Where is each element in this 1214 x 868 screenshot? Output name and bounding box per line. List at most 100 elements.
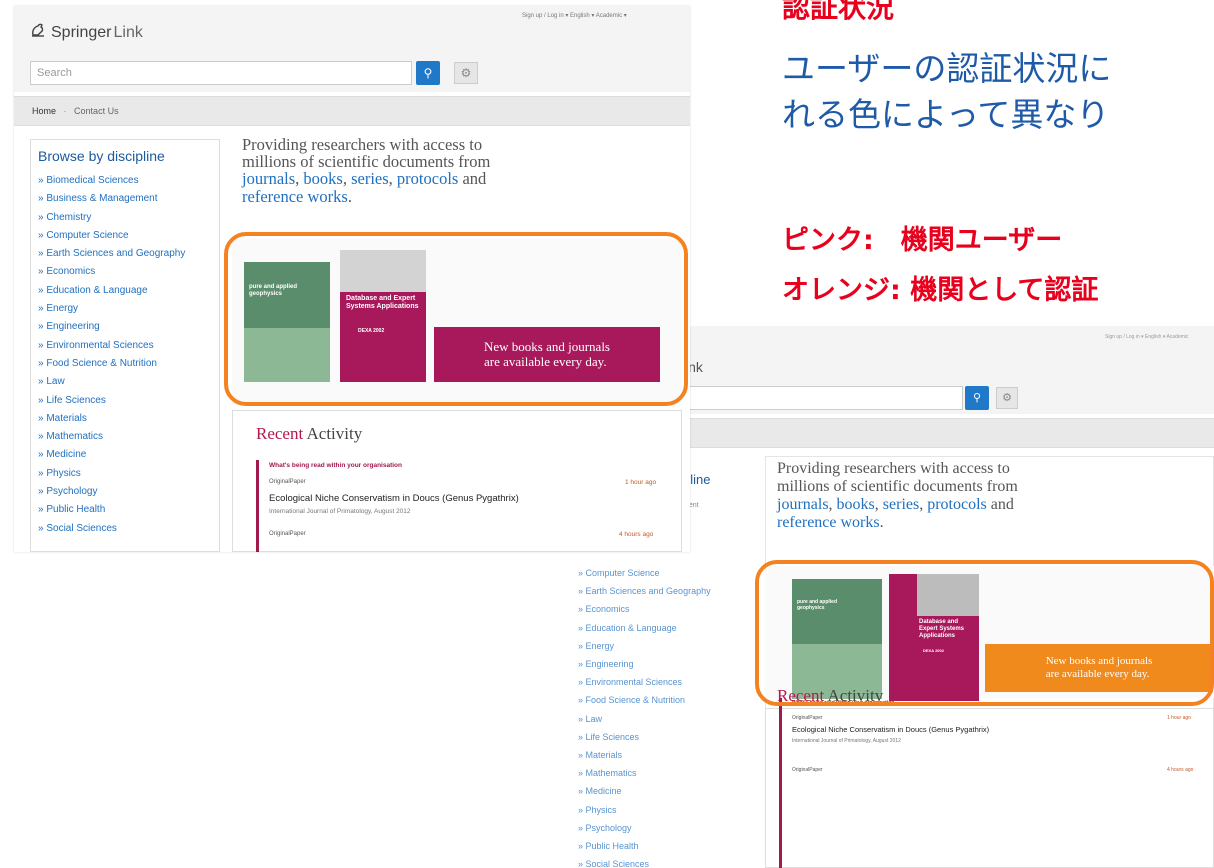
- highlight-frame-pink: [224, 232, 688, 406]
- activity-time: 4 hours ago: [1167, 767, 1194, 773]
- discipline-link[interactable]: » Environmental Sciences: [578, 673, 711, 691]
- link-series[interactable]: series: [351, 169, 389, 188]
- intro-line1: Providing researchers with access to: [242, 135, 483, 154]
- discipline-link[interactable]: » Public Health: [38, 501, 185, 519]
- discipline-link[interactable]: » Mathematics: [38, 428, 185, 446]
- highlight-frame-orange: [755, 560, 1214, 706]
- discipline-link[interactable]: » Food Science & Nutrition: [578, 691, 711, 709]
- intro-line2: millions of scientific documents from: [242, 152, 491, 172]
- discipline-link[interactable]: » Education & Language: [578, 619, 711, 637]
- intro-line3: journals, books, series, protocols and: [242, 169, 487, 189]
- discipline-link[interactable]: » Engineering: [578, 655, 711, 673]
- activity-journal: International Journal of Primatology, Au…: [792, 738, 901, 744]
- discipline-link[interactable]: » Environmental Sciences: [38, 337, 185, 355]
- discipline-link[interactable]: » Engineering: [38, 318, 185, 336]
- intro-line2: millions of scientific documents from: [777, 478, 1018, 495]
- link-protocols[interactable]: protocols: [927, 496, 987, 513]
- link-reference-works[interactable]: reference works: [777, 514, 880, 531]
- discipline-link[interactable]: » Physics: [38, 465, 185, 483]
- activity-type: OriginalPaper: [269, 479, 306, 485]
- settings-button[interactable]: ⚙: [996, 387, 1018, 409]
- discipline-link[interactable]: » Life Sciences: [38, 392, 185, 410]
- discipline-link[interactable]: » Psychology: [38, 483, 185, 501]
- discipline-link[interactable]: » Economics: [578, 600, 711, 618]
- link-protocols[interactable]: protocols: [397, 169, 458, 188]
- activity-list: What's being read within your organisati…: [256, 460, 669, 552]
- discipline-link[interactable]: » Computer Science: [578, 564, 711, 582]
- springer-horse-icon: [30, 22, 46, 43]
- link-series[interactable]: series: [883, 496, 919, 513]
- recent-word1: Recent: [256, 424, 304, 443]
- discipline-link[interactable]: » Physics: [578, 801, 711, 819]
- logo-link: Link: [113, 23, 143, 41]
- link-books[interactable]: books: [303, 169, 342, 188]
- header-links[interactable]: Sign up / Log in ▾ English ▾ Academic: [1105, 334, 1188, 340]
- intro-line4: reference works.: [242, 188, 662, 205]
- discipline-link[interactable]: » Business & Management: [38, 190, 185, 208]
- discipline-link[interactable]: » Earth Sciences and Geography: [38, 245, 185, 263]
- activity-time: 4 hours ago: [619, 531, 654, 538]
- nav-contact-us[interactable]: Contact Us: [74, 106, 119, 116]
- browse-title: Browse by discipline: [38, 148, 165, 164]
- discipline-link[interactable]: » Materials: [578, 746, 711, 764]
- activity-journal: International Journal of Primatology, Au…: [269, 508, 411, 515]
- activity-title[interactable]: Ecological Niche Conservatism in Doucs (…: [269, 493, 519, 504]
- discipline-link[interactable]: » Energy: [578, 637, 711, 655]
- annotation-body-line2: れる色によって異なり: [782, 95, 1110, 134]
- discipline-link[interactable]: » Social Sciences: [38, 520, 185, 538]
- header-links[interactable]: Sign up / Log in ▾ English ▾ Academic ▾: [522, 12, 627, 19]
- intro-and: and: [462, 169, 487, 189]
- activity-heading: What's being read within your organisati…: [269, 462, 402, 469]
- discipline-link[interactable]: » Chemistry: [38, 209, 185, 227]
- intro-and: and: [990, 496, 1014, 513]
- nav-separator: ·: [63, 106, 67, 116]
- annotation-body: ユーザーの認証状況に れる色によって異なり: [782, 46, 1111, 138]
- link-journals[interactable]: journals: [777, 496, 829, 513]
- gear-icon: ⚙: [460, 66, 472, 80]
- discipline-link[interactable]: » Psychology: [578, 819, 711, 837]
- discipline-link[interactable]: » Energy: [38, 300, 185, 318]
- annotation-heading: 認証状況: [782, 0, 895, 24]
- springer-link-logo[interactable]: Springer Link: [30, 22, 143, 43]
- discipline-link[interactable]: » Social Sciences: [578, 855, 711, 868]
- link-journals[interactable]: journals: [242, 169, 295, 188]
- intro-period: .: [879, 514, 884, 531]
- recent-word2: Activity: [306, 424, 363, 443]
- discipline-link[interactable]: » Life Sciences: [578, 728, 711, 746]
- discipline-link[interactable]: » Computer Science: [38, 227, 185, 245]
- discipline-link[interactable]: » Mathematics: [578, 764, 711, 782]
- discipline-link[interactable]: » Earth Sciences and Geography: [578, 582, 711, 600]
- search-button[interactable]: ⚲: [965, 386, 989, 410]
- intro-period: .: [347, 186, 352, 206]
- discipline-link[interactable]: » Food Science & Nutrition: [38, 355, 185, 373]
- activity-type: OriginalPaper: [269, 531, 306, 537]
- activity-time: 1 hour ago: [625, 479, 657, 486]
- discipline-link[interactable]: » Public Health: [578, 837, 711, 855]
- activity-title[interactable]: Ecological Niche Conservatism in Doucs (…: [792, 725, 989, 734]
- discipline-link[interactable]: » Law: [578, 710, 711, 728]
- discipline-link[interactable]: » Law: [38, 373, 185, 391]
- link-books[interactable]: books: [837, 496, 875, 513]
- recent-activity-title: Recent Activity: [256, 424, 362, 444]
- annotation-body-line1: ユーザーの認証状況に: [782, 49, 1112, 88]
- discipline-link[interactable]: » Materials: [38, 410, 185, 428]
- discipline-link[interactable]: » Biomedical Sciences: [38, 172, 185, 190]
- discipline-link[interactable]: » Economics: [38, 263, 185, 281]
- activity-time: 1 hour ago: [1167, 715, 1191, 721]
- discipline-link[interactable]: » Medicine: [578, 782, 711, 800]
- discipline-link[interactable]: » Medicine: [38, 446, 185, 464]
- intro-line4: reference works.: [777, 514, 1197, 532]
- search-button[interactable]: ⚲: [416, 61, 440, 85]
- screenshot-pink-institutional-user: Sign up / Log in ▾ English ▾ Academic ▾ …: [14, 6, 690, 552]
- discipline-link[interactable]: » Education & Language: [38, 282, 185, 300]
- gear-icon: ⚙: [1002, 392, 1012, 404]
- settings-button[interactable]: ⚙: [454, 62, 478, 84]
- annotation-pink-label: ピンク: 機関ユーザー: [782, 225, 1063, 256]
- link-reference-works[interactable]: reference works: [242, 187, 348, 206]
- nav-home[interactable]: Home: [32, 106, 56, 116]
- search-input[interactable]: Search: [30, 61, 412, 85]
- nav-bar: Home · Contact Us: [14, 96, 690, 126]
- logo-springer: Springer: [51, 23, 112, 41]
- intro-text: Providing researchers with access to mil…: [242, 136, 662, 205]
- intro-text: Providing researchers with access to mil…: [777, 460, 1197, 532]
